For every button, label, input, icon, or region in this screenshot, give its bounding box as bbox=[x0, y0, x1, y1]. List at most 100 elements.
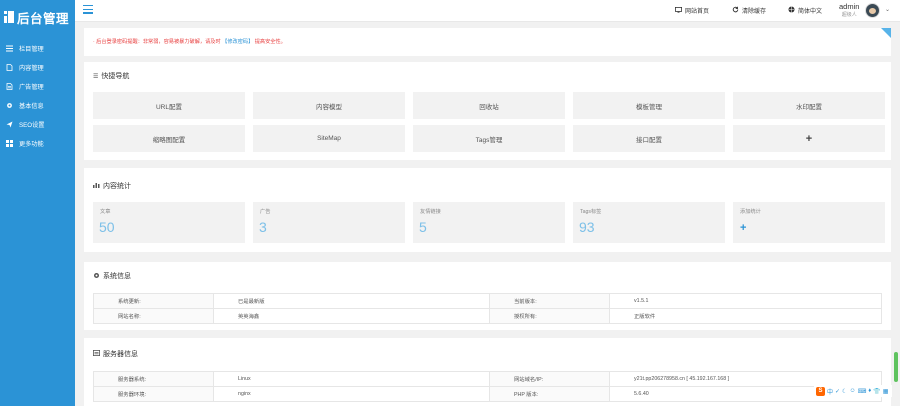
clear-cache-link[interactable]: 清除缓存 bbox=[732, 6, 766, 15]
list-icon bbox=[6, 45, 13, 52]
sidebar-item-label: 更多功能 bbox=[19, 141, 44, 148]
stat-card-tags[interactable]: Tags标签 93 bbox=[573, 202, 725, 243]
chevron-down-icon[interactable]: ⌄ bbox=[885, 6, 890, 13]
content-stats-panel: 内容统计 文章 50 广告 3 友情链接 5 Tags标签 93 添加统计 + bbox=[84, 168, 891, 252]
quick-watermark-config[interactable]: 水印配置 bbox=[733, 92, 885, 119]
sidebar-item-more[interactable]: 更多功能 bbox=[0, 134, 75, 153]
quick-content-model[interactable]: 内容模型 bbox=[253, 92, 405, 119]
table-row: 网站名称: 英英海鑫 授权所有: 正版软件 bbox=[93, 308, 882, 324]
quick-add-button[interactable]: + bbox=[733, 125, 885, 152]
table-cell: 正版软件 bbox=[609, 308, 882, 324]
language-link[interactable]: 简体中文 bbox=[788, 6, 822, 15]
topbar: 网站首页 清除缓存 简体中文 admin 超级人 ⌄ bbox=[75, 0, 900, 22]
quick-tags-manage[interactable]: Tags管理 bbox=[413, 125, 565, 152]
ime-moon-icon[interactable]: ☾ bbox=[842, 388, 847, 395]
ime-emoji-icon[interactable]: ☺ bbox=[849, 388, 855, 394]
menu-toggle-icon[interactable] bbox=[83, 5, 93, 15]
user-menu[interactable]: admin 超级人 bbox=[839, 2, 859, 18]
stat-card-links[interactable]: 友情链接 5 bbox=[413, 202, 565, 243]
sidebar-item-label: 内容管理 bbox=[19, 65, 44, 72]
notice-text-before: · 后台登录密码提醒：非常弱，容易被暴力破解，请及时 bbox=[93, 39, 221, 45]
globe-icon bbox=[788, 6, 795, 15]
quick-url-config[interactable]: URL配置 bbox=[93, 92, 245, 119]
quick-recycle-bin[interactable]: 回收站 bbox=[413, 92, 565, 119]
table-cell: 网站名称: bbox=[93, 308, 214, 324]
sidebar-item-content[interactable]: 内容管理 bbox=[0, 58, 75, 77]
quick-thumbnail-config[interactable]: 缩略图配置 bbox=[93, 125, 245, 152]
system-info-table: 系统更新: 已是最新版 当前版本: v1.5.1 网站名称: 英英海鑫 授权所有… bbox=[93, 293, 882, 324]
ime-toolbar[interactable]: S 中 ✓ ☾ ☺ ⌨ ♦ 👕 ▦ bbox=[814, 385, 893, 397]
list-icon: ☰ bbox=[93, 73, 99, 80]
stat-card-add[interactable]: 添加统计 + bbox=[733, 202, 885, 243]
avatar[interactable] bbox=[865, 3, 880, 18]
table-cell: v1.5.1 bbox=[609, 293, 882, 309]
quick-nav-title: ☰ 快捷导航 bbox=[93, 71, 129, 81]
file-icon bbox=[6, 83, 13, 90]
stat-card-articles[interactable]: 文章 50 bbox=[93, 202, 245, 243]
notice-text: · 后台登录密码提醒：非常弱，容易被暴力破解，请及时 【修改密码】 提高安全性。 bbox=[93, 38, 286, 45]
table-cell: 授权所有: bbox=[489, 308, 610, 324]
notice-text-after: 提高安全性。 bbox=[254, 39, 286, 45]
quick-nav-panel: ☰ 快捷导航 URL配置 内容模型 回收站 模板管理 水印配置 缩略图配置 Si… bbox=[84, 62, 891, 160]
send-icon bbox=[6, 121, 13, 128]
server-info-title-text: 服务器信息 bbox=[103, 351, 138, 358]
ime-skin-icon[interactable]: ♦ bbox=[868, 388, 871, 394]
logo-mark-icon bbox=[4, 10, 15, 24]
server-info-table: 服务器系统: Linux 网站域名/IP: y21t.pp206278958.c… bbox=[93, 371, 882, 402]
monitor-icon bbox=[675, 6, 682, 15]
table-row: 系统更新: 已是最新版 当前版本: v1.5.1 bbox=[93, 293, 882, 309]
system-info-title-text: 系统信息 bbox=[103, 273, 131, 280]
ime-chinese-mode[interactable]: 中 bbox=[827, 387, 833, 396]
site-home-link[interactable]: 网站首页 bbox=[675, 6, 709, 15]
table-cell: 网站域名/IP: bbox=[489, 371, 610, 387]
stats-title: 内容统计 bbox=[93, 181, 131, 191]
table-row: 服务器系统: Linux 网站域名/IP: y21t.pp206278958.c… bbox=[93, 371, 882, 387]
sidebar-item-category[interactable]: 栏目管理 bbox=[0, 39, 75, 58]
sidebar-item-label: 广告管理 bbox=[19, 84, 44, 91]
bar-chart-icon bbox=[93, 182, 100, 190]
stat-label: 添加统计 bbox=[740, 209, 761, 215]
sidebar-item-seo[interactable]: SEO设置 bbox=[0, 115, 75, 134]
sidebar-item-label: 基本信息 bbox=[19, 103, 44, 110]
sidebar: 后台管理 栏目管理 内容管理 广告管理 基本信息 SEO设置 更多功能 bbox=[0, 0, 75, 406]
stat-value: 50 bbox=[99, 219, 115, 235]
gear-icon bbox=[93, 272, 100, 281]
stat-label: 文章 bbox=[100, 209, 111, 215]
table-cell: 英英海鑫 bbox=[213, 308, 490, 324]
ime-keyboard-icon[interactable]: ⌨ bbox=[858, 388, 867, 395]
stat-value: 5 bbox=[419, 219, 427, 235]
ime-logo-icon[interactable]: S bbox=[816, 386, 825, 396]
ime-shirt-icon[interactable]: 👕 bbox=[873, 388, 880, 395]
document-icon bbox=[6, 64, 13, 71]
stat-card-ads[interactable]: 广告 3 bbox=[253, 202, 405, 243]
table-cell: 服务器环境: bbox=[93, 386, 214, 402]
logo[interactable]: 后台管理 bbox=[0, 0, 75, 34]
add-stat-icon[interactable]: + bbox=[740, 222, 746, 234]
logo-text: 后台管理 bbox=[17, 10, 70, 26]
ime-punct-icon[interactable]: ✓ bbox=[835, 388, 840, 395]
language-label: 简体中文 bbox=[798, 9, 823, 15]
clear-cache-label: 清除缓存 bbox=[742, 9, 767, 15]
quick-template-manage[interactable]: 模板管理 bbox=[573, 92, 725, 119]
user-name: admin bbox=[839, 2, 860, 11]
change-password-link[interactable]: 【修改密码】 bbox=[222, 39, 253, 45]
ime-menu-icon[interactable]: ▦ bbox=[883, 388, 889, 395]
vertical-scrollbar[interactable] bbox=[892, 22, 900, 406]
gear-icon bbox=[6, 102, 13, 109]
sidebar-item-ads[interactable]: 广告管理 bbox=[0, 77, 75, 96]
system-info-title: 系统信息 bbox=[93, 271, 131, 281]
stat-label: Tags标签 bbox=[580, 209, 602, 215]
quick-nav-title-text: 快捷导航 bbox=[101, 73, 130, 80]
quick-sitemap[interactable]: SiteMap bbox=[253, 125, 405, 152]
table-cell: 当前版本: bbox=[489, 293, 610, 309]
refresh-icon bbox=[732, 6, 739, 15]
table-cell: 系统更新: bbox=[93, 293, 214, 309]
grid-icon bbox=[6, 140, 13, 147]
stats-title-text: 内容统计 bbox=[103, 183, 131, 190]
sidebar-item-basic-info[interactable]: 基本信息 bbox=[0, 96, 75, 115]
server-icon bbox=[93, 350, 100, 358]
stat-value: 3 bbox=[259, 219, 267, 235]
scrollbar-thumb[interactable] bbox=[894, 352, 898, 382]
table-cell: PHP 版本: bbox=[489, 386, 610, 402]
quick-api-config[interactable]: 接口配置 bbox=[573, 125, 725, 152]
